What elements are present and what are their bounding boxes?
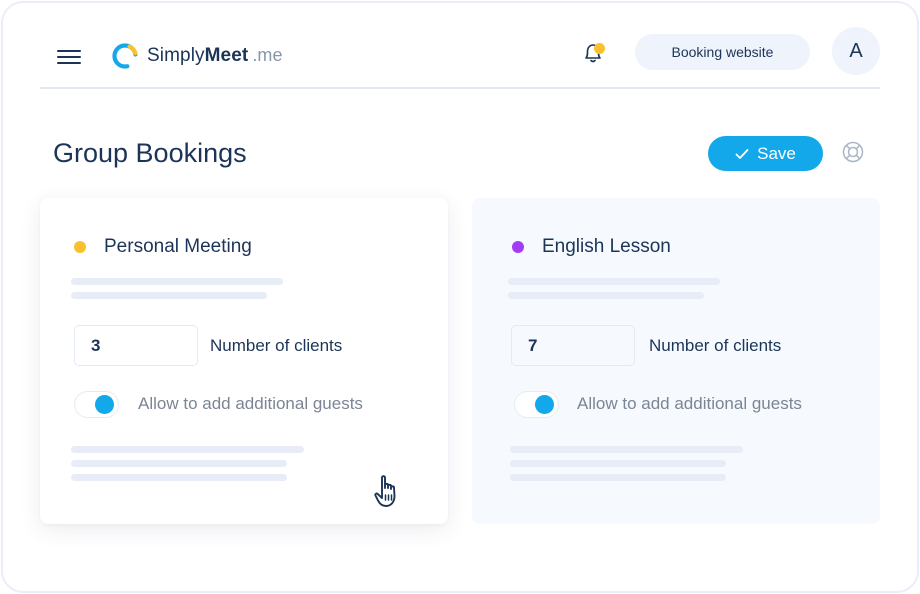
logo[interactable]: SimplyMeet .me — [111, 40, 283, 72]
help-button[interactable] — [842, 141, 864, 163]
event-title: Personal Meeting — [104, 236, 252, 257]
placeholder-line — [508, 292, 704, 299]
allow-guests-toggle[interactable] — [74, 391, 119, 418]
lifebuoy-icon — [842, 141, 864, 163]
card-header: Personal Meeting — [74, 236, 252, 258]
page-title: Group Bookings — [53, 138, 247, 168]
allow-guests-label: Allow to add additional guests — [577, 394, 802, 413]
toggle-knob — [535, 395, 554, 414]
hand-pointer-icon — [374, 475, 396, 507]
logo-ring-icon — [112, 43, 138, 69]
number-of-clients-label: Number of clients — [210, 336, 343, 355]
placeholder-line — [510, 446, 743, 453]
event-card-english-lesson[interactable]: English Lesson 7 Number of clients Allow… — [472, 198, 880, 524]
event-color-dot — [512, 241, 524, 253]
event-title: English Lesson — [542, 236, 671, 257]
number-of-clients-label: Number of clients — [649, 336, 782, 355]
placeholder-line — [71, 278, 283, 285]
placeholder-line — [71, 446, 304, 453]
logo-name-light: Simply — [147, 45, 205, 66]
save-label: Save — [757, 143, 796, 163]
notifications-button[interactable] — [580, 40, 606, 66]
placeholder-line — [510, 474, 726, 481]
check-icon — [735, 148, 749, 159]
placeholder-line — [508, 278, 720, 285]
header-divider — [40, 87, 880, 89]
logo-name-bold: Meet — [204, 45, 249, 66]
number-of-clients-input[interactable]: 7 — [511, 325, 635, 366]
toggle-knob — [95, 395, 114, 414]
save-button[interactable]: Save — [708, 136, 823, 171]
notification-badge — [594, 43, 605, 54]
logo-text: SimplyMeet .me — [147, 45, 283, 67]
user-avatar[interactable]: A — [832, 27, 880, 75]
hamburger-menu-icon[interactable] — [57, 49, 81, 65]
allow-guests-label: Allow to add additional guests — [138, 394, 363, 413]
placeholder-line — [71, 292, 267, 299]
placeholder-line — [71, 460, 287, 467]
card-header: English Lesson — [512, 236, 671, 258]
event-color-dot — [74, 241, 86, 253]
allow-guests-toggle[interactable] — [514, 391, 559, 418]
number-of-clients-input[interactable]: 3 — [74, 325, 198, 366]
placeholder-line — [71, 474, 287, 481]
booking-website-button[interactable]: Booking website — [635, 34, 810, 70]
placeholder-line — [510, 460, 726, 467]
logo-tld: .me — [252, 45, 283, 65]
